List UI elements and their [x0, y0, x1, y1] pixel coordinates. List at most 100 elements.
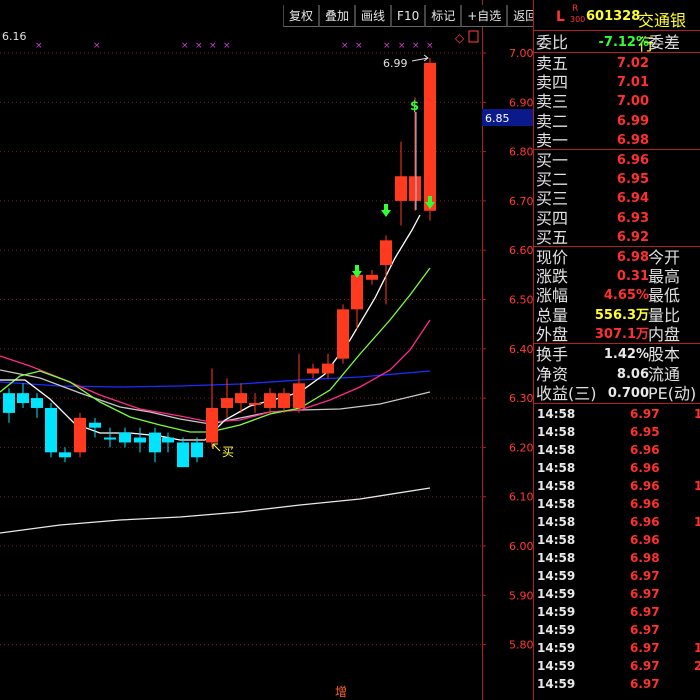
stock-header: L R 300 601328 交通银行 — [534, 4, 700, 54]
tick-price: 6.97 — [630, 641, 660, 655]
tick-row: 14:59 6.97 — [534, 603, 700, 621]
quote-row: 总量 556.3万 量比 — [534, 306, 700, 325]
candle — [424, 62, 436, 211]
candle — [395, 176, 407, 201]
tick-time: 14:59 — [537, 569, 576, 583]
tick-volume: 1 — [694, 479, 700, 493]
candle — [264, 393, 276, 408]
tick-time: 14:58 — [537, 425, 576, 439]
candle — [31, 398, 43, 408]
row-label: 外盘 — [536, 324, 569, 344]
tick-time: 14:58 — [537, 461, 576, 475]
ma120-line — [0, 487, 431, 534]
tick-row: 14:59 6.97 — [534, 675, 700, 693]
tick-row: 14:58 6.98 — [534, 549, 700, 567]
row-label: 买三 — [536, 189, 569, 209]
tick-time: 14:58 — [537, 533, 576, 547]
quote-row: 买一 6.96 — [534, 151, 700, 170]
candle — [380, 240, 392, 265]
tick-price: 6.97 — [630, 605, 660, 619]
header-badge-top: R — [572, 4, 579, 14]
tick-time: 14:59 — [537, 677, 576, 691]
tick-price: 6.97 — [630, 623, 660, 637]
tick-price: 6.96 — [630, 497, 660, 511]
axis-tick-label: 6.40 — [509, 343, 533, 356]
candle — [119, 432, 131, 443]
row-value: 556.3万 — [594, 307, 649, 323]
toolbar-button[interactable]: 复权 — [283, 5, 320, 27]
candle — [134, 437, 146, 443]
row-label-2: 最低 — [648, 286, 681, 306]
candle — [409, 176, 421, 201]
row-label: 涨幅 — [536, 286, 569, 306]
tick-time: 14:58 — [537, 497, 576, 511]
ma20-line — [0, 319, 431, 423]
row-value: 6.92 — [616, 229, 649, 245]
candle — [322, 363, 334, 374]
toolbar-button[interactable]: 画线 — [355, 5, 392, 27]
pink-x-marker: × — [383, 41, 391, 51]
pink-x-marker: × — [412, 41, 420, 51]
row-label: 卖二 — [536, 111, 569, 131]
candle — [337, 309, 349, 359]
row-value: 307.1万 — [594, 326, 649, 342]
toolbar-button[interactable]: 标记 — [425, 5, 462, 27]
row-label-2: 量比 — [648, 305, 681, 325]
buy-signal-label: 买 — [222, 445, 234, 459]
candle — [249, 403, 261, 406]
row-value: 0.700 — [607, 386, 649, 401]
row-value: 6.98 — [616, 250, 649, 265]
quote-row: 现价 6.98 今开 — [534, 248, 700, 267]
row-value: 1.42% — [603, 347, 649, 362]
quote-row: 买五 6.92 — [534, 228, 700, 247]
moving-average-lines — [0, 214, 431, 534]
candle — [206, 407, 218, 443]
bottom-indicator-label: 增 — [335, 685, 347, 699]
tick-row: 14:58 6.96 — [534, 495, 700, 513]
pink-x-marker: × — [355, 41, 363, 51]
row-label-2: 今开 — [648, 248, 681, 267]
tick-row: 14:59 6.97 1 — [534, 639, 700, 657]
axis-tick-label: 6.80 — [509, 146, 533, 159]
candle — [221, 398, 233, 408]
quote-row: 卖二 6.99 — [534, 112, 700, 131]
tick-price: 6.96 — [630, 443, 660, 457]
toolbar-button[interactable]: F10 — [391, 5, 426, 27]
quote-row: 卖三 7.00 — [534, 92, 700, 111]
price-gridlines — [0, 52, 482, 646]
diamond-icon[interactable]: ◇ — [455, 31, 465, 45]
tick-time: 14:59 — [537, 623, 576, 637]
window-toggle-icon[interactable] — [468, 30, 479, 43]
row-label: 卖五 — [536, 54, 569, 73]
row-label: 换手 — [536, 345, 569, 364]
quote-panel: L R 300 601328 交通银行 委比 -7.12% 委差 卖五 7.02 卖… — [533, 0, 700, 700]
row-label: 净资 — [536, 364, 569, 384]
toolbar-button[interactable]: +自选 — [461, 5, 508, 27]
tick-price: 6.95 — [630, 425, 660, 439]
row-label: 涨跌 — [536, 267, 569, 287]
tick-price: 6.97 — [630, 659, 660, 673]
row-value: 7.02 — [616, 56, 649, 71]
toolbar-button[interactable]: 叠加 — [319, 5, 356, 27]
tick-time: 14:59 — [537, 641, 576, 655]
tick-time: 14:58 — [537, 515, 576, 529]
candle — [235, 393, 247, 404]
tick-row: 14:58 6.96 — [534, 459, 700, 477]
row-label-2: PE(动) — [648, 384, 697, 403]
pink-x-marker: × — [341, 41, 349, 51]
candlestick-chart[interactable]: × × × × × × × × × × × × $ 6.16 6.99 买 增 ◇ — [0, 0, 533, 700]
candle — [366, 274, 378, 280]
row-value: 6.99 — [616, 113, 649, 129]
tick-row: 14:58 6.95 — [534, 423, 700, 441]
row-value: 7.01 — [616, 75, 649, 91]
tick-time: 14:58 — [537, 551, 576, 565]
current-price-tag-text: 6.85 — [485, 112, 510, 125]
tick-time: 14:58 — [537, 479, 576, 493]
header-prefix: L — [556, 9, 565, 25]
tick-time: 14:59 — [537, 605, 576, 619]
row-label-2: 流通 — [648, 364, 681, 384]
row-value: 6.93 — [616, 210, 649, 226]
row-value: 4.65% — [603, 288, 649, 304]
quote-row: 换手 1.42% 股本 — [534, 345, 700, 364]
tick-row: 14:58 6.96 — [534, 441, 700, 459]
